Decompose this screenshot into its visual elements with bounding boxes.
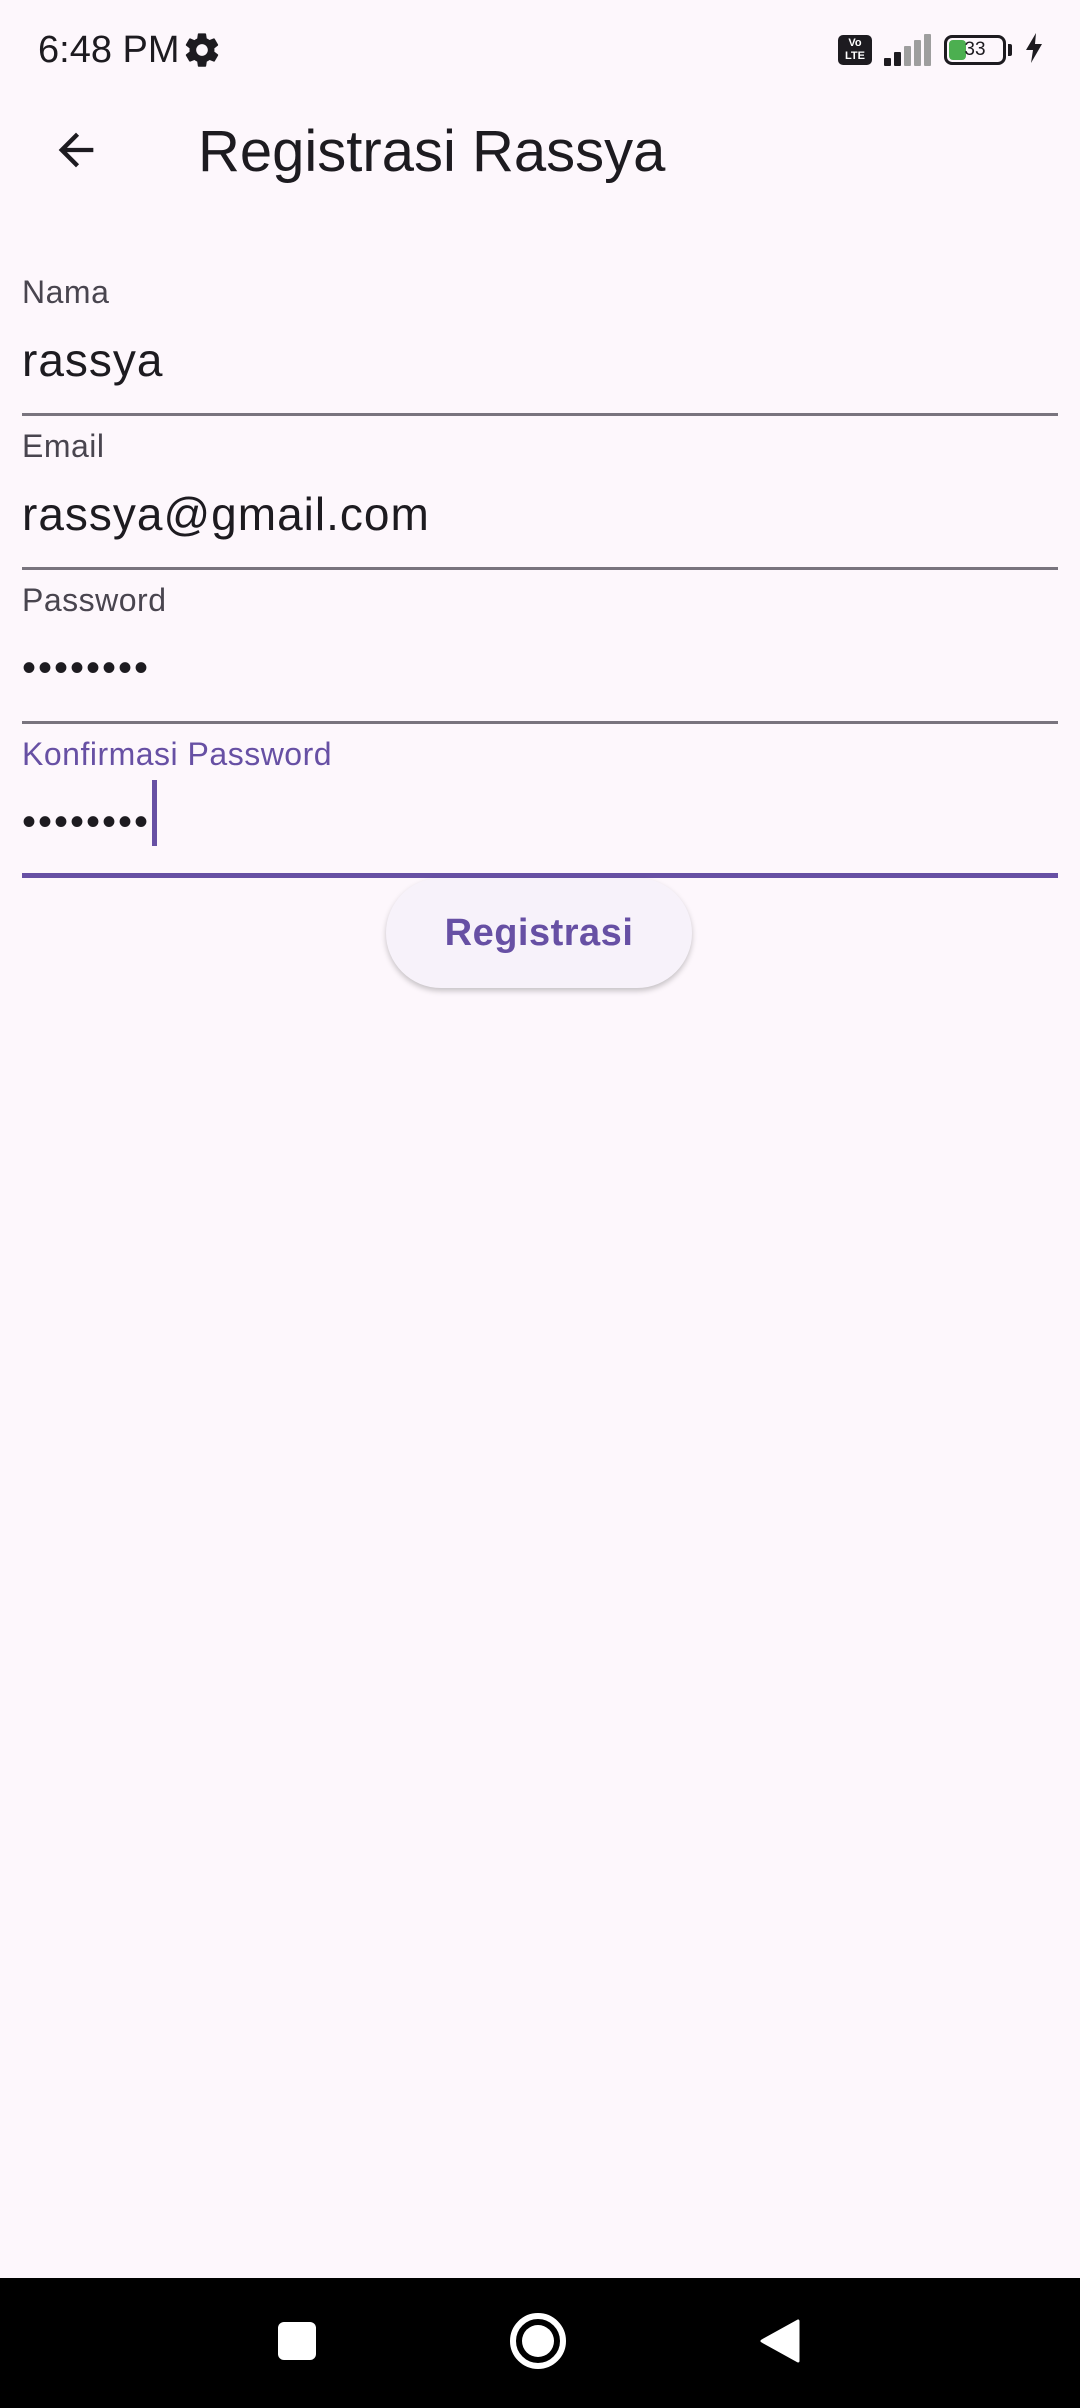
recents-button[interactable] (237, 2278, 357, 2408)
system-nav-bar (0, 2278, 1080, 2408)
email-label: Email (22, 428, 105, 464)
status-time: 6:48 PM (38, 29, 180, 71)
home-circle-icon (508, 2311, 568, 2376)
konfirmasi-password-label: Konfirmasi Password (22, 736, 333, 772)
password-field[interactable]: Password (22, 570, 1058, 724)
registration-form: Nama Email Password Konfirmasi Password (22, 262, 1058, 878)
password-label: Password (22, 582, 167, 618)
charging-icon (1024, 32, 1044, 68)
home-button[interactable] (478, 2278, 598, 2408)
gear-icon (182, 30, 222, 70)
page-title: Registrasi Rassya (198, 119, 666, 184)
status-bar: 6:48 PM Vo LTE 33 (0, 0, 1080, 100)
status-icons: Vo LTE 33 (838, 30, 1044, 70)
back-button[interactable] (28, 100, 124, 204)
nama-label: Nama (22, 274, 110, 310)
volte-icon: Vo LTE (838, 35, 872, 65)
arrow-left-icon (50, 124, 102, 181)
back-triangle-icon (758, 2317, 802, 2370)
nama-field[interactable]: Nama (22, 262, 1058, 416)
battery-level: 33 (964, 39, 986, 60)
registrasi-button[interactable]: Registrasi (386, 878, 692, 988)
signal-icon (884, 34, 932, 66)
nama-input[interactable] (22, 322, 1058, 398)
recents-square-icon (276, 2320, 318, 2367)
password-input[interactable] (22, 630, 1058, 706)
konfirmasi-password-input[interactable] (22, 784, 1058, 860)
email-field[interactable]: Email (22, 416, 1058, 570)
konfirmasi-password-field[interactable]: Konfirmasi Password (22, 724, 1058, 878)
email-input[interactable] (22, 476, 1058, 552)
battery-icon: 33 (944, 35, 1012, 65)
back-nav-button[interactable] (720, 2278, 840, 2408)
app-bar: Registrasi Rassya (0, 100, 1080, 204)
text-cursor (152, 780, 157, 846)
